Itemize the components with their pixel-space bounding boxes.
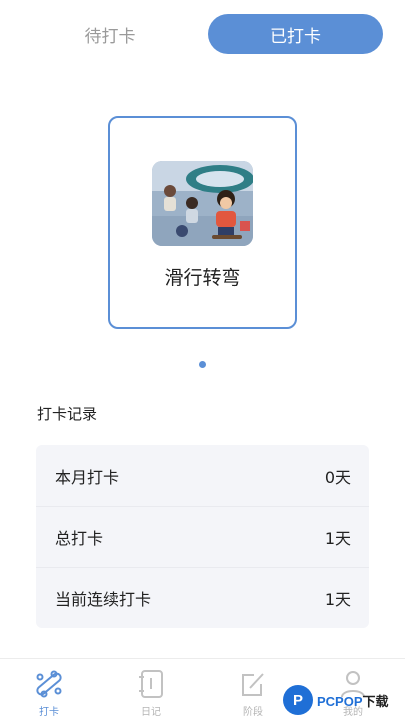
record-label: 当前连续打卡 <box>55 590 152 609</box>
tab-pending[interactable]: 待打卡 <box>40 14 180 54</box>
pcpop-suffix: 下载 <box>362 693 389 709</box>
nav-item-stage[interactable]: 阶段 <box>218 659 288 720</box>
record-label: 本月打卡 <box>55 467 120 487</box>
carousel-indicator-dot <box>199 361 206 368</box>
record-label: 总打卡 <box>55 529 104 548</box>
pcpop-watermark-text: PCPOP下载 <box>317 691 389 710</box>
skateboard-icon <box>36 670 62 698</box>
nav-label: 日记 <box>141 707 161 718</box>
record-value: 1天 <box>324 590 351 609</box>
tab-done[interactable]: 已打卡 <box>208 14 383 54</box>
pcpop-logo-icon: P <box>283 685 313 715</box>
edit-icon <box>242 673 264 696</box>
record-value: 0天 <box>324 467 351 487</box>
lesson-thumbnail <box>152 161 253 246</box>
records-title: 打卡记录 <box>37 405 98 423</box>
lesson-card[interactable]: 滑行转弯 <box>108 116 297 329</box>
record-value: 1天 <box>324 529 351 548</box>
nav-label: 打卡 <box>39 707 59 718</box>
pcpop-watermark: P PCPOP下载 <box>283 684 389 716</box>
lesson-title: 滑行转弯 <box>164 267 241 289</box>
record-row-month: 本月打卡 0天 <box>36 445 369 506</box>
nav-label: 阶段 <box>243 707 263 718</box>
nav-item-diary[interactable]: 日记 <box>116 659 186 720</box>
pcpop-brand: PCPOP <box>317 693 363 709</box>
record-row-total: 总打卡 1天 <box>36 506 369 567</box>
record-row-streak: 当前连续打卡 1天 <box>36 567 369 628</box>
nav-item-checkin[interactable]: 打卡 <box>14 659 84 720</box>
diary-icon <box>139 670 163 698</box>
checkin-tabbar: 待打卡 已打卡 <box>0 14 405 54</box>
records-panel: 本月打卡 0天 总打卡 1天 当前连续打卡 1天 <box>36 445 369 628</box>
